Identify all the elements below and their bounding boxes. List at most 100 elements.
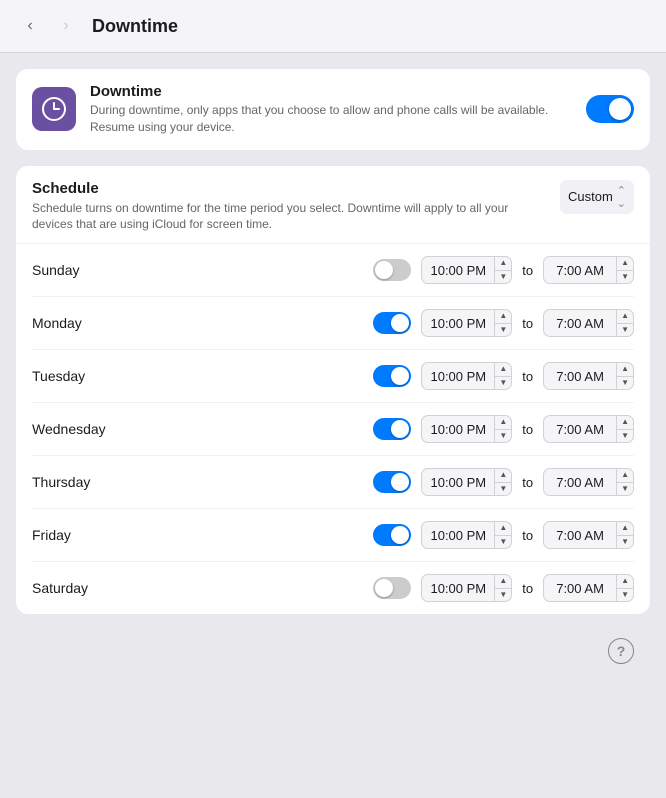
to-stepper-down[interactable]: ▼ — [617, 324, 633, 337]
from-stepper-up[interactable]: ▲ — [495, 257, 511, 271]
day-toggle-tuesday[interactable] — [373, 365, 411, 387]
downtime-title: Downtime — [90, 83, 572, 100]
day-row: Wednesday 10:00 PM ▲ ▼ to 7:00 AM ▲ — [32, 403, 634, 456]
to-stepper-up[interactable]: ▲ — [617, 522, 633, 536]
day-toggle-saturday[interactable] — [373, 577, 411, 599]
to-stepper-up[interactable]: ▲ — [617, 257, 633, 271]
to-label: to — [522, 263, 533, 278]
to-time-stepper-thursday[interactable]: 7:00 AM ▲ ▼ — [543, 468, 634, 496]
from-stepper-down[interactable]: ▼ — [495, 483, 511, 496]
to-time-stepper-monday[interactable]: 7:00 AM ▲ ▼ — [543, 309, 634, 337]
to-stepper-up[interactable]: ▲ — [617, 469, 633, 483]
day-toggle-area: 10:00 PM ▲ ▼ to 7:00 AM ▲ ▼ — [122, 256, 634, 284]
day-toggle-area: 10:00 PM ▲ ▼ to 7:00 AM ▲ ▼ — [122, 468, 634, 496]
downtime-app-icon — [40, 95, 68, 123]
day-name: Friday — [32, 527, 122, 543]
day-row: Monday 10:00 PM ▲ ▼ to 7:00 AM ▲ — [32, 297, 634, 350]
from-stepper-arrows: ▲ ▼ — [494, 416, 511, 442]
schedule-mode-label: Custom — [568, 189, 613, 204]
day-row: Thursday 10:00 PM ▲ ▼ to 7:00 AM ▲ — [32, 456, 634, 509]
to-stepper-down[interactable]: ▼ — [617, 377, 633, 390]
from-time-value: 10:00 PM — [422, 528, 494, 543]
day-toggle-thumb — [391, 420, 409, 438]
from-stepper-down[interactable]: ▼ — [495, 324, 511, 337]
schedule-mode-picker[interactable]: Custom ⌃⌄ — [560, 180, 634, 214]
from-stepper-down[interactable]: ▼ — [495, 536, 511, 549]
to-stepper-arrows: ▲ ▼ — [616, 363, 633, 389]
to-stepper-up[interactable]: ▲ — [617, 416, 633, 430]
day-toggle-thumb — [391, 367, 409, 385]
from-stepper-down[interactable]: ▼ — [495, 430, 511, 443]
page-title: Downtime — [92, 16, 178, 37]
to-time-stepper-sunday[interactable]: 7:00 AM ▲ ▼ — [543, 256, 634, 284]
from-stepper-up[interactable]: ▲ — [495, 469, 511, 483]
day-toggle-wednesday[interactable] — [373, 418, 411, 440]
day-name: Tuesday — [32, 368, 122, 384]
to-stepper-down[interactable]: ▼ — [617, 483, 633, 496]
day-toggle-sunday[interactable] — [373, 259, 411, 281]
to-stepper-arrows: ▲ ▼ — [616, 522, 633, 548]
to-label: to — [522, 581, 533, 596]
to-time-stepper-saturday[interactable]: 7:00 AM ▲ ▼ — [543, 574, 634, 602]
from-stepper-down[interactable]: ▼ — [495, 589, 511, 602]
to-label: to — [522, 369, 533, 384]
to-stepper-up[interactable]: ▲ — [617, 310, 633, 324]
from-stepper-down[interactable]: ▼ — [495, 377, 511, 390]
day-name: Wednesday — [32, 421, 122, 437]
help-button[interactable]: ? — [608, 638, 634, 664]
from-stepper-up[interactable]: ▲ — [495, 416, 511, 430]
from-time-stepper-sunday[interactable]: 10:00 PM ▲ ▼ — [421, 256, 512, 284]
from-time-value: 10:00 PM — [422, 369, 494, 384]
downtime-header: Downtime During downtime, only apps that… — [16, 69, 650, 150]
to-time-stepper-tuesday[interactable]: 7:00 AM ▲ ▼ — [543, 362, 634, 390]
to-stepper-down[interactable]: ▼ — [617, 271, 633, 284]
from-stepper-arrows: ▲ ▼ — [494, 310, 511, 336]
to-time-value: 7:00 AM — [544, 263, 616, 278]
from-time-value: 10:00 PM — [422, 422, 494, 437]
from-stepper-up[interactable]: ▲ — [495, 363, 511, 377]
day-row: Friday 10:00 PM ▲ ▼ to 7:00 AM ▲ — [32, 509, 634, 562]
to-label: to — [522, 316, 533, 331]
help-row: ? — [16, 630, 650, 672]
downtime-text: Downtime During downtime, only apps that… — [90, 83, 572, 136]
from-stepper-down[interactable]: ▼ — [495, 271, 511, 284]
to-stepper-arrows: ▲ ▼ — [616, 469, 633, 495]
to-time-stepper-wednesday[interactable]: 7:00 AM ▲ ▼ — [543, 415, 634, 443]
from-time-stepper-monday[interactable]: 10:00 PM ▲ ▼ — [421, 309, 512, 337]
to-stepper-down[interactable]: ▼ — [617, 536, 633, 549]
to-stepper-arrows: ▲ ▼ — [616, 416, 633, 442]
to-stepper-down[interactable]: ▼ — [617, 430, 633, 443]
day-name: Sunday — [32, 262, 122, 278]
day-row: Saturday 10:00 PM ▲ ▼ to 7:00 AM ▲ — [32, 562, 634, 614]
day-toggle-area: 10:00 PM ▲ ▼ to 7:00 AM ▲ ▼ — [122, 415, 634, 443]
schedule-title: Schedule — [32, 180, 548, 197]
from-time-stepper-wednesday[interactable]: 10:00 PM ▲ ▼ — [421, 415, 512, 443]
forward-button[interactable]: › — [52, 12, 80, 40]
to-time-value: 7:00 AM — [544, 475, 616, 490]
day-toggle-monday[interactable] — [373, 312, 411, 334]
day-toggle-friday[interactable] — [373, 524, 411, 546]
downtime-toggle-thumb — [609, 98, 631, 120]
to-label: to — [522, 475, 533, 490]
day-toggle-area: 10:00 PM ▲ ▼ to 7:00 AM ▲ ▼ — [122, 521, 634, 549]
back-button[interactable]: ‹ — [16, 12, 44, 40]
schedule-header-left: Schedule Schedule turns on downtime for … — [32, 180, 548, 234]
from-stepper-arrows: ▲ ▼ — [494, 469, 511, 495]
to-stepper-down[interactable]: ▼ — [617, 589, 633, 602]
from-time-stepper-thursday[interactable]: 10:00 PM ▲ ▼ — [421, 468, 512, 496]
to-time-value: 7:00 AM — [544, 422, 616, 437]
from-stepper-up[interactable]: ▲ — [495, 310, 511, 324]
from-time-stepper-friday[interactable]: 10:00 PM ▲ ▼ — [421, 521, 512, 549]
downtime-main-toggle[interactable] — [586, 95, 634, 123]
downtime-card: Downtime During downtime, only apps that… — [16, 69, 650, 150]
from-time-stepper-tuesday[interactable]: 10:00 PM ▲ ▼ — [421, 362, 512, 390]
from-stepper-up[interactable]: ▲ — [495, 522, 511, 536]
to-stepper-up[interactable]: ▲ — [617, 575, 633, 589]
day-toggle-thursday[interactable] — [373, 471, 411, 493]
from-stepper-up[interactable]: ▲ — [495, 575, 511, 589]
downtime-toggle-track[interactable] — [586, 95, 634, 123]
from-time-stepper-saturday[interactable]: 10:00 PM ▲ ▼ — [421, 574, 512, 602]
to-stepper-up[interactable]: ▲ — [617, 363, 633, 377]
to-time-stepper-friday[interactable]: 7:00 AM ▲ ▼ — [543, 521, 634, 549]
day-toggle-area: 10:00 PM ▲ ▼ to 7:00 AM ▲ ▼ — [122, 574, 634, 602]
